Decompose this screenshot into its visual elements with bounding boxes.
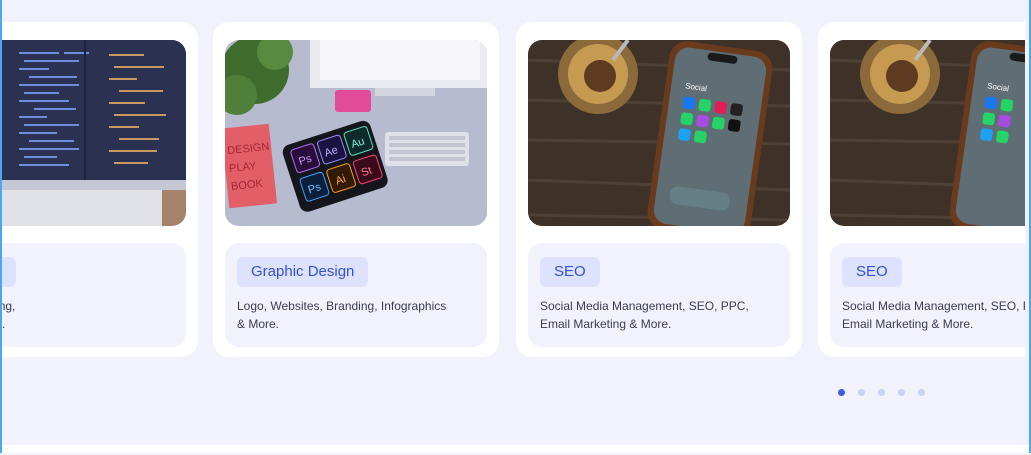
- pagination-dot-4[interactable]: [898, 389, 905, 396]
- service-card-development[interactable]: evelopment gn, Programming, Shopify & Mo…: [2, 22, 198, 357]
- development-image: [2, 40, 186, 226]
- seo-tag[interactable]: SEO: [540, 257, 600, 287]
- seo-image-duplicate: Social: [830, 40, 1025, 226]
- development-description: gn, Programming, Shopify & More.: [2, 299, 16, 331]
- development-card-body: evelopment gn, Programming, Shopify & Mo…: [2, 243, 186, 347]
- service-card-seo-duplicate[interactable]: Social SEO Social Media Management, SEO,…: [818, 22, 1025, 357]
- section-bottom-edge: [2, 445, 1029, 453]
- seo-description: Social Media Management, SEO, PPC, Email…: [540, 299, 749, 331]
- pagination-dot-2[interactable]: [858, 389, 865, 396]
- seo-image: Social: [528, 40, 790, 226]
- pagination-dot-3[interactable]: [878, 389, 885, 396]
- service-card-seo[interactable]: Social SEO Social Media Management, SEO,: [516, 22, 802, 357]
- pagination-dot-1[interactable]: [838, 389, 845, 396]
- seo-card-body: SEO Social Media Management, SEO, PPC, E…: [528, 243, 790, 347]
- service-card-graphic-design[interactable]: DESIGN PLAY BOOK Ps Ae Au Ps Ai St Graph…: [213, 22, 499, 357]
- graphic-design-tag[interactable]: Graphic Design: [237, 257, 369, 287]
- development-tag[interactable]: evelopment: [2, 257, 16, 287]
- graphic-design-image: DESIGN PLAY BOOK Ps Ae Au Ps Ai St: [225, 40, 487, 226]
- seo-description-duplicate: Social Media Management, SEO, P Email Ma…: [842, 299, 1025, 331]
- graphic-design-card-body: Graphic Design Logo, Websites, Branding,…: [225, 243, 487, 347]
- seo-card-body-duplicate: SEO Social Media Management, SEO, P Emai…: [830, 243, 1025, 347]
- pagination-dot-5[interactable]: [918, 389, 925, 396]
- graphic-design-description: Logo, Websites, Branding, Infographics &…: [237, 299, 447, 331]
- services-carousel[interactable]: evelopment gn, Programming, Shopify & Mo…: [2, 0, 1025, 440]
- seo-tag-duplicate[interactable]: SEO: [842, 257, 902, 287]
